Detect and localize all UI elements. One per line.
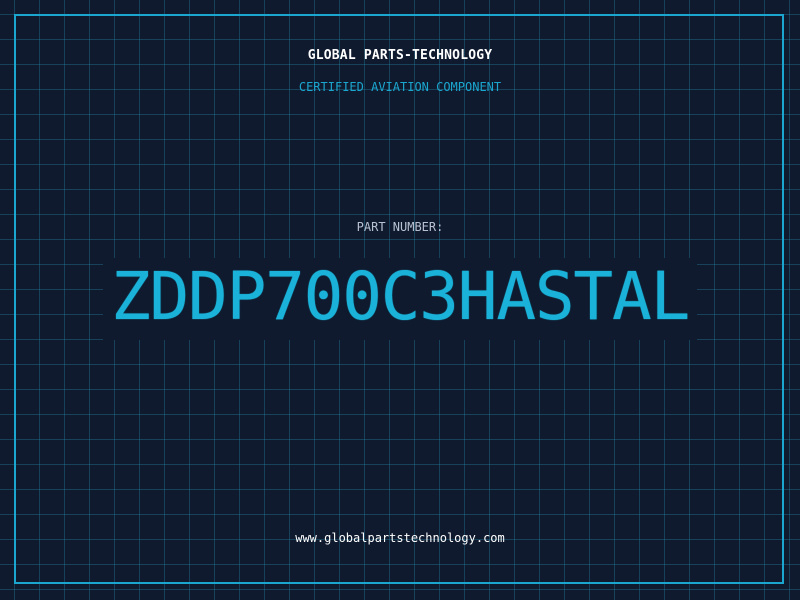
certification-subtitle: CERTIFIED AVIATION COMPONENT (298, 80, 502, 94)
company-name: GLOBAL PARTS-TECHNOLOGY (307, 48, 493, 63)
part-card: GLOBAL PARTS-TECHNOLOGY CERTIFIED AVIATI… (0, 0, 800, 600)
website-url: www.globalpartstechnology.com (295, 531, 505, 545)
part-number-value: ZDDP700C3HASTAL (102, 258, 698, 340)
part-number-container: ZDDP700C3HASTAL (0, 258, 800, 340)
part-number-label: PART NUMBER: (356, 220, 444, 234)
